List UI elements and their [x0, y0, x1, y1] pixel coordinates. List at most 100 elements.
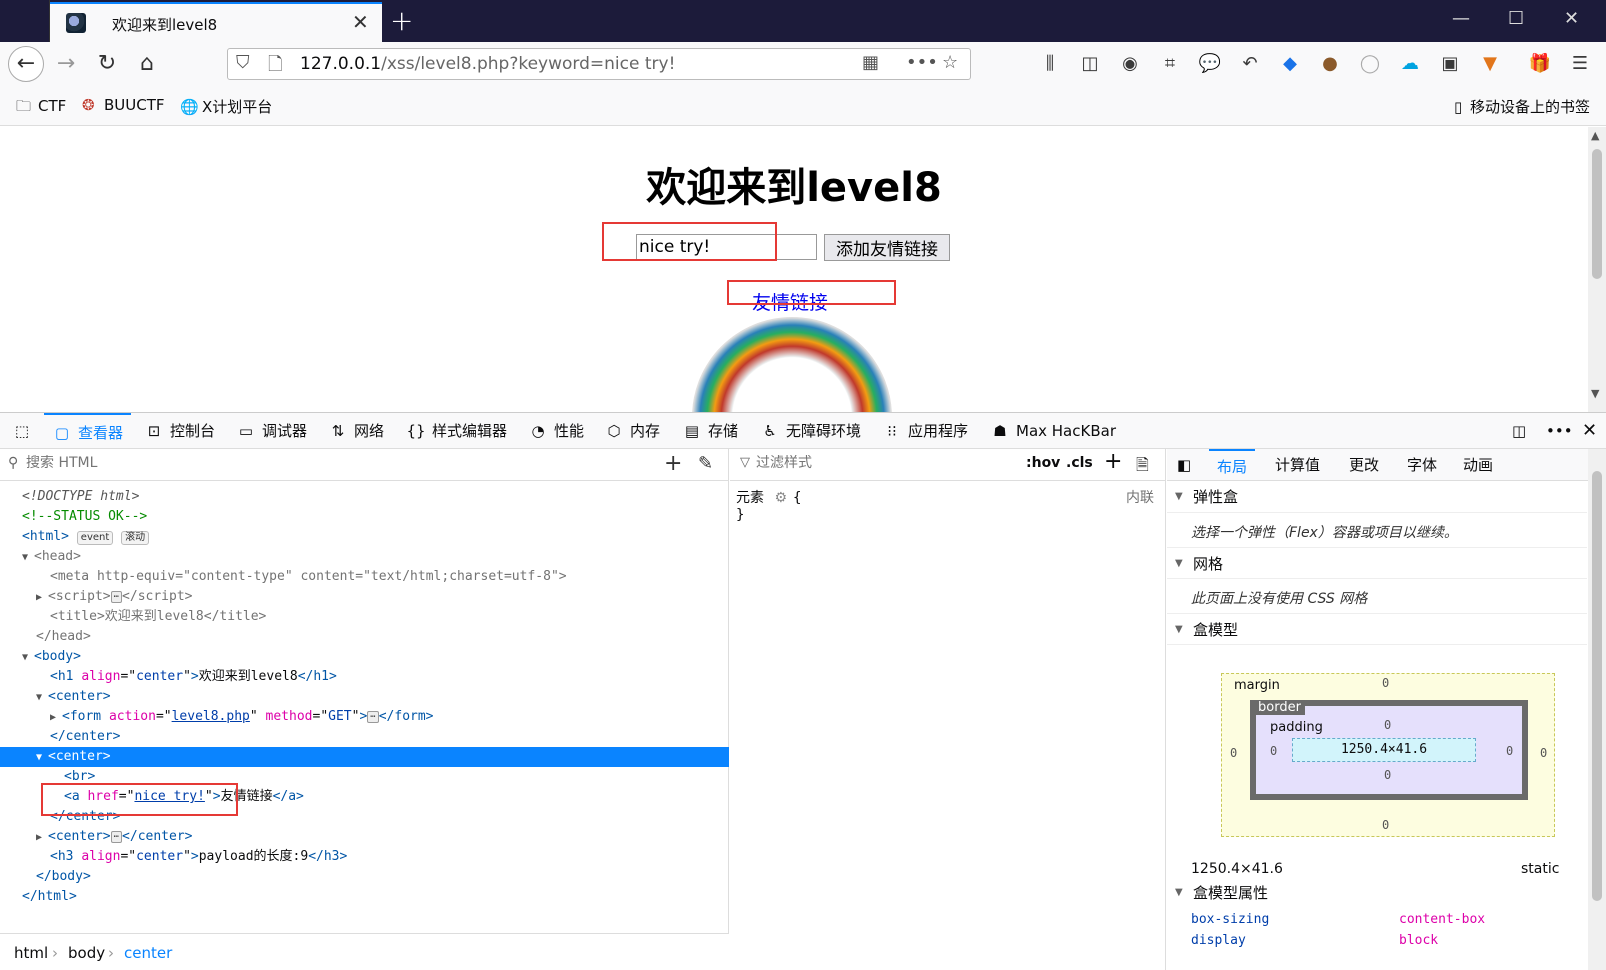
markup-row[interactable]: <h3 align="center">payload的长度:9</h3>	[0, 847, 729, 867]
tab-fonts[interactable]: 字体	[1407, 449, 1437, 481]
markup-row[interactable]: <!DOCTYPE html>	[0, 487, 729, 507]
scroll-up-icon[interactable]: ▲	[1591, 129, 1599, 142]
page-info-icon[interactable]: 🗋	[268, 52, 282, 82]
cls-toggle[interactable]: .cls	[1066, 455, 1093, 471]
element-rule[interactable]: 元素 ⚙{	[736, 487, 801, 507]
sidebar-icon[interactable]: ◫	[1078, 52, 1102, 76]
tab-accessibility[interactable]: ♿ 无障碍环境	[760, 413, 861, 449]
content-size[interactable]: 1250.4×41.6	[1292, 738, 1476, 762]
bookmark-xplan[interactable]: 🌐 X计划平台	[180, 96, 272, 117]
account-icon[interactable]: ◉	[1118, 52, 1142, 76]
ellipsis-badge[interactable]: ⋯	[367, 710, 379, 723]
devtools-menu-icon[interactable]: •••	[1546, 413, 1573, 449]
tampermonkey-icon[interactable]: ▣	[1438, 52, 1462, 76]
element-picker-icon[interactable]: ⬚	[12, 413, 38, 449]
hov-toggle[interactable]: :hov	[1026, 455, 1060, 471]
forward-button[interactable]: →	[52, 50, 80, 78]
close-window-icon[interactable]: ✕	[1564, 8, 1579, 29]
filter-styles-input[interactable]	[756, 455, 996, 471]
markup-row[interactable]: </body>	[0, 867, 729, 887]
prop-value[interactable]: content-box	[1399, 912, 1485, 927]
extension-cube-icon[interactable]: ◆	[1278, 52, 1302, 76]
markup-row[interactable]: <html> event 滚动	[0, 527, 729, 547]
page-actions-icon[interactable]: •••	[906, 52, 938, 73]
expand-twisty-icon[interactable]: ▶	[36, 588, 48, 608]
library-icon[interactable]: ⫼	[1038, 52, 1062, 76]
expand-twisty-icon[interactable]: ▶	[50, 708, 62, 728]
markup-row[interactable]: </html>	[0, 887, 729, 907]
mobile-bookmarks[interactable]: ▯ 移动设备上的书签	[1454, 96, 1590, 117]
margin-right-value[interactable]: 0	[1540, 746, 1547, 760]
tab-changes[interactable]: 更改	[1349, 449, 1379, 481]
tab-memory[interactable]: ⬡ 内存	[604, 413, 660, 449]
new-tab-button[interactable]: +	[390, 4, 413, 37]
maximize-icon[interactable]: ☐	[1508, 8, 1524, 29]
box-model-margin[interactable]: margin 0 0 0 0 border padding 0 0 0 0 12…	[1221, 673, 1555, 837]
menu-icon[interactable]: ☰	[1568, 52, 1592, 76]
scroll-badge[interactable]: 滚动	[121, 531, 150, 545]
collapse-twisty-icon[interactable]: ▼	[22, 548, 34, 568]
metamask-fox-icon[interactable]: ▼	[1478, 52, 1502, 76]
add-rule-icon[interactable]: +	[1104, 449, 1122, 474]
back-button[interactable]: ←	[8, 46, 44, 82]
cookie-icon[interactable]: ●	[1318, 52, 1342, 76]
shield-icon[interactable]: ⛉	[236, 52, 250, 73]
tab-computed[interactable]: 计算值	[1275, 449, 1320, 481]
markup-row[interactable]: <meta http-equiv="content-type" content=…	[0, 567, 729, 587]
tab-application[interactable]: ⁝⁝ 应用程序	[882, 413, 968, 449]
scrollbar-thumb[interactable]	[1592, 471, 1602, 901]
padding-bottom-value[interactable]: 0	[1384, 768, 1391, 782]
section-flexbox[interactable]: 弹性盒	[1167, 481, 1587, 513]
cloud-icon[interactable]: ☁	[1398, 52, 1422, 76]
tab-active[interactable]: 欢迎来到level8 ✕	[50, 2, 382, 42]
sidebar-toggle-icon[interactable]: ◧	[1177, 449, 1191, 481]
markup-row[interactable]: ▼ <head>	[0, 547, 729, 567]
bookmark-star-icon[interactable]: ☆	[942, 52, 958, 73]
section-box-model[interactable]: 盒模型	[1167, 613, 1587, 646]
markup-row[interactable]: </center>	[0, 727, 729, 747]
dock-icon[interactable]: ◫	[1512, 413, 1526, 449]
url-text[interactable]: 127.0.0.1/xss/level8.php?keyword=nice tr…	[300, 54, 675, 74]
prop-value[interactable]: block	[1399, 933, 1438, 948]
close-devtools-icon[interactable]: ✕	[1582, 413, 1597, 449]
add-node-icon[interactable]: +	[664, 451, 682, 476]
chat-icon[interactable]: 💬	[1198, 52, 1222, 76]
tab-debugger[interactable]: ▭ 调试器	[236, 413, 307, 449]
markup-row[interactable]: <!--STATUS OK-->	[0, 507, 729, 527]
markup-row[interactable]: <h1 align="center">欢迎来到level8</h1>	[0, 667, 729, 687]
markup-row[interactable]: ▶ <form action="level8.php" method="GET">…	[0, 707, 729, 727]
padding-left-value[interactable]: 0	[1270, 744, 1277, 758]
tab-layout[interactable]: 布局	[1209, 449, 1256, 481]
markup-row[interactable]: ▼ <body>	[0, 647, 729, 667]
markup-row[interactable]: <title>欢迎来到level8</title>	[0, 607, 729, 627]
tab-max-hackbar[interactable]: ☗ Max HacKBar	[990, 413, 1116, 449]
margin-left-value[interactable]: 0	[1230, 746, 1237, 760]
tab-animations[interactable]: 动画	[1463, 449, 1493, 481]
gear-icon[interactable]: ⚙	[774, 490, 787, 506]
circle-extension-icon[interactable]: ◯	[1358, 52, 1382, 76]
margin-bottom-value[interactable]: 0	[1382, 818, 1389, 832]
markup-row[interactable]: ▶ <center> ⋯ </center>	[0, 827, 729, 847]
padding-top-value[interactable]: 0	[1384, 718, 1391, 732]
screenshot-icon[interactable]: ⌗	[1158, 52, 1182, 76]
box-model-border[interactable]: border padding 0 0 0 0 1250.4×41.6	[1250, 700, 1528, 800]
section-box-model-properties[interactable]: 盒模型属性	[1167, 877, 1587, 909]
reload-button[interactable]: ↻	[93, 50, 121, 78]
breadcrumb-html[interactable]: html	[14, 944, 48, 962]
gift-icon[interactable]: 🎁	[1528, 52, 1552, 76]
markup-row[interactable]: </head>	[0, 627, 729, 647]
close-tab-icon[interactable]: ✕	[352, 10, 369, 34]
expand-twisty-icon[interactable]: ▶	[36, 828, 48, 848]
devtools-scrollbar[interactable]	[1588, 449, 1606, 970]
collapse-twisty-icon[interactable]: ▼	[36, 748, 48, 768]
padding-right-value[interactable]: 0	[1506, 744, 1513, 758]
ellipsis-badge[interactable]: ⋯	[110, 830, 123, 843]
tab-performance[interactable]: ◔ 性能	[528, 413, 584, 449]
home-button[interactable]: ⌂	[133, 50, 161, 78]
markup-row-selected[interactable]: ▼ <center>	[0, 747, 729, 767]
margin-top-value[interactable]: 0	[1382, 676, 1389, 690]
tab-storage[interactable]: ▤ 存储	[682, 413, 738, 449]
collapse-twisty-icon[interactable]: ▼	[22, 648, 34, 668]
search-html-input[interactable]	[26, 455, 646, 471]
bookmark-buuctf[interactable]: ❂ BUUCTF	[82, 96, 165, 114]
